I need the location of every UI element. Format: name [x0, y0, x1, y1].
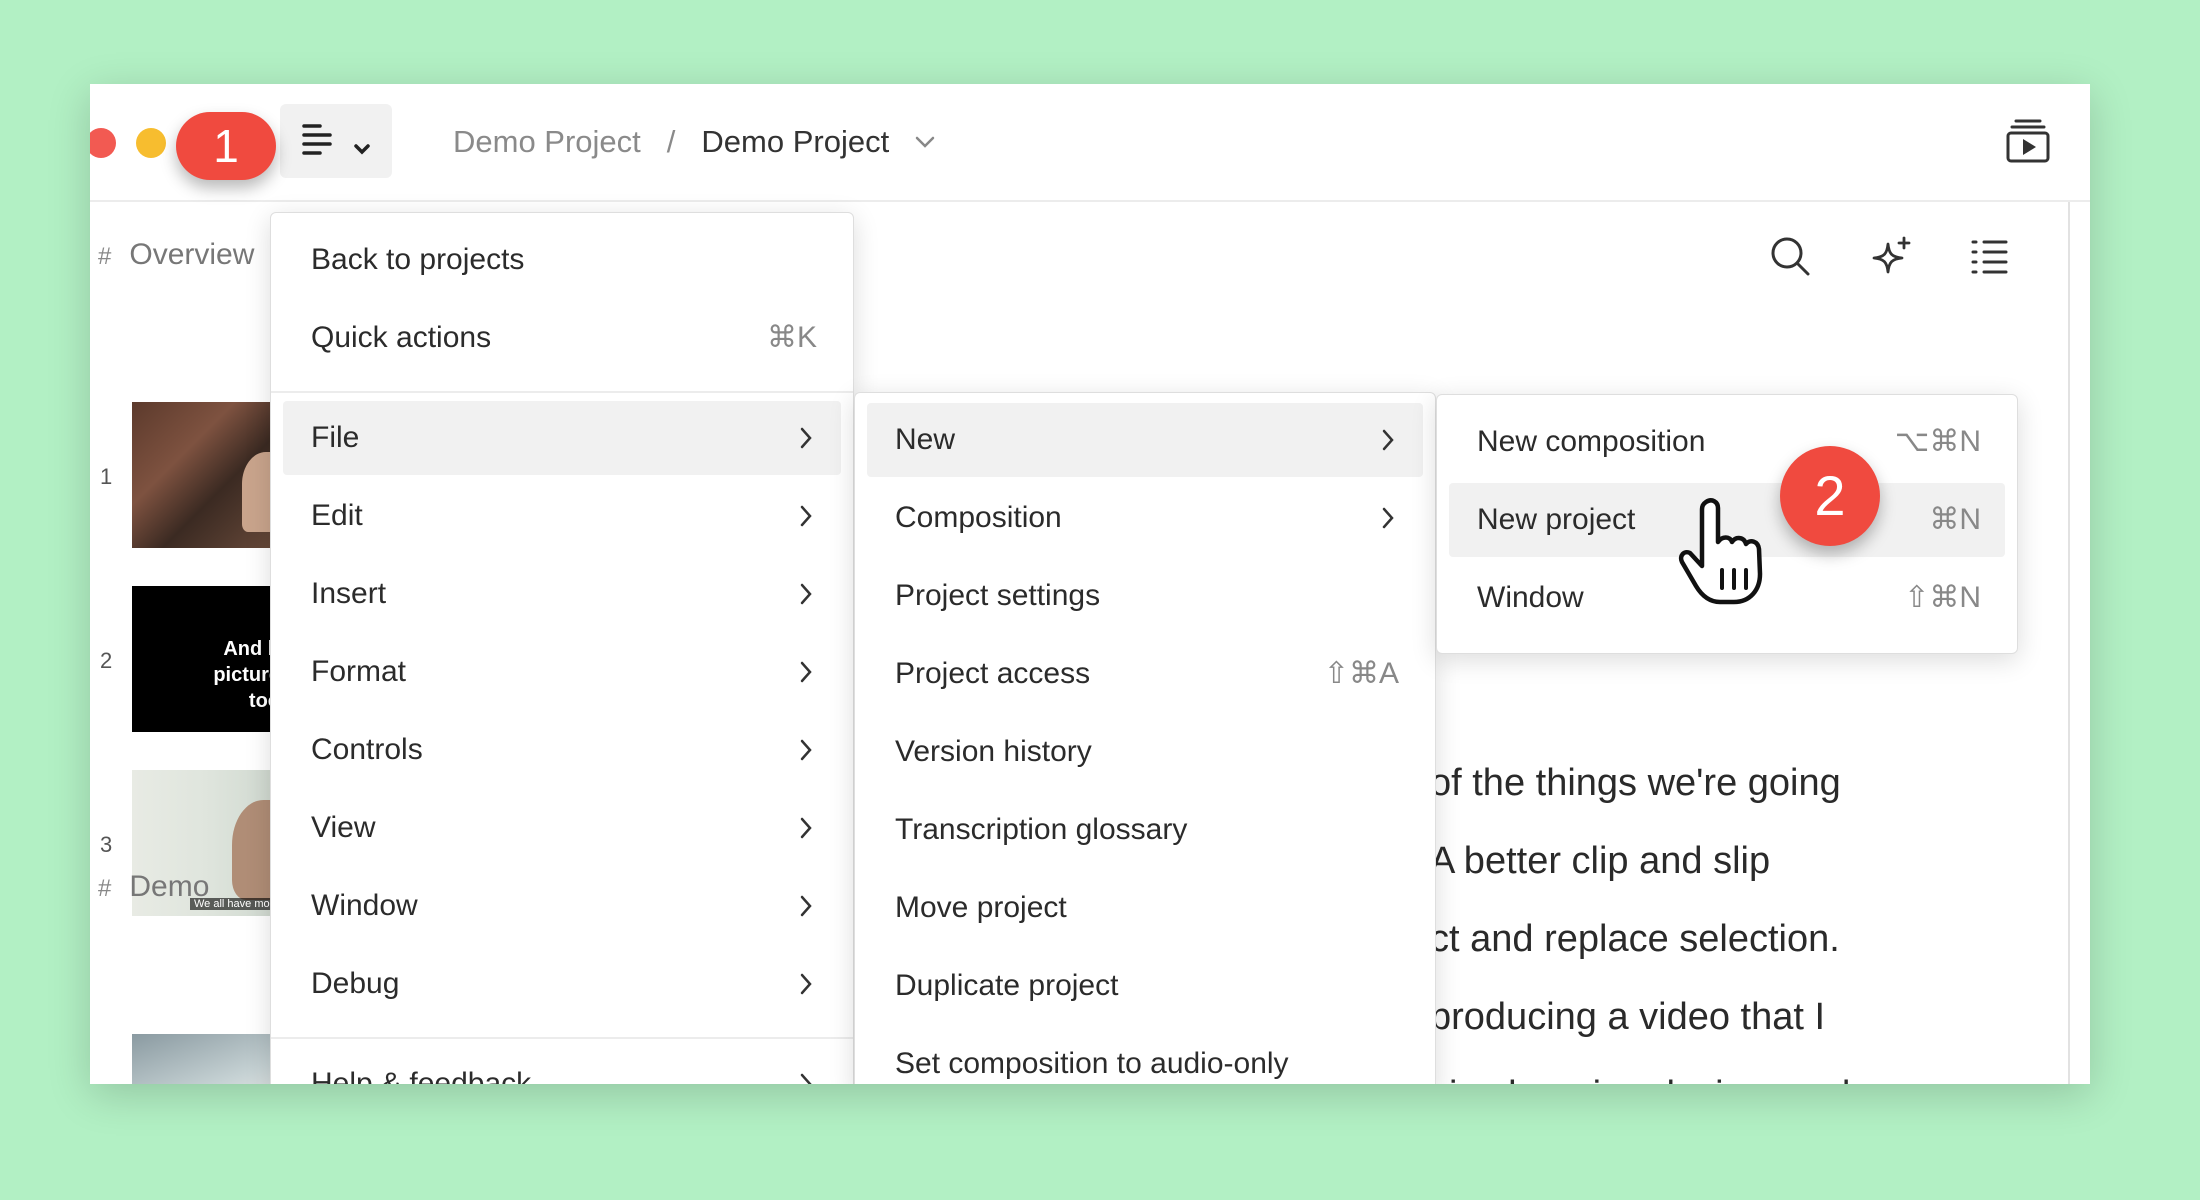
menu-item-project-access[interactable]: Project access ⇧⌘A	[867, 637, 1423, 711]
menu-item-transcription-glossary[interactable]: Transcription glossary	[867, 793, 1423, 867]
breadcrumb-parent[interactable]: Demo Project	[453, 124, 641, 160]
step-badge-2: 2	[1780, 446, 1880, 546]
close-window-button[interactable]	[90, 128, 116, 158]
scene-thumbnail[interactable]: And b picture too	[132, 586, 280, 732]
breadcrumb-current[interactable]: Demo Project	[701, 124, 889, 160]
main-menu: Back to projects Quick actions ⌘K File E…	[270, 212, 854, 1084]
transcript-line[interactable]: ct and replace selection.	[1430, 900, 1850, 978]
sparkle-icon[interactable]	[1868, 236, 1912, 280]
transcript-line[interactable]: sive learning design, and	[1430, 1056, 1850, 1084]
menu-lines-icon	[302, 124, 370, 155]
menu-item-format[interactable]: Format	[283, 635, 841, 709]
menu-item-composition[interactable]: Composition	[867, 481, 1423, 555]
scene-number: 1	[100, 464, 113, 489]
menu-item-duplicate-project[interactable]: Duplicate project	[867, 949, 1423, 1023]
list-icon[interactable]	[1970, 236, 2010, 276]
step-badge-1: 1	[176, 112, 276, 180]
minimize-window-button[interactable]	[136, 128, 166, 158]
search-icon[interactable]	[1770, 236, 1810, 276]
shortcut-label: ⇧⌘A	[1323, 657, 1399, 690]
scrollbar[interactable]	[2068, 202, 2070, 1084]
app-window: Demo Project / Demo Project # Overview 1 …	[90, 84, 2090, 1084]
shortcut-label: ⇧⌘N	[1904, 581, 1981, 614]
chevron-right-icon	[800, 1073, 812, 1084]
menu-item-project-settings[interactable]: Project settings	[867, 559, 1423, 633]
scene-number: 3	[100, 832, 113, 857]
menu-item-insert[interactable]: Insert	[283, 557, 841, 631]
shortcut-label: ⌥⌘N	[1894, 425, 1981, 458]
transcript-text: of the things we're going A better clip …	[1430, 744, 1850, 1084]
chevron-right-icon	[800, 583, 812, 605]
editor-toolbar	[1770, 236, 2010, 280]
menu-item-version-history[interactable]: Version history	[867, 715, 1423, 789]
menu-divider	[271, 391, 853, 393]
transcript-line[interactable]: producing a video that I	[1430, 978, 1850, 1056]
chevron-right-icon	[800, 661, 812, 683]
scene-number: 2	[100, 648, 113, 673]
shortcut-label: ⌘N	[1929, 503, 1981, 536]
section-overview[interactable]: # Overview	[98, 238, 254, 272]
hand-pointer-icon	[1678, 498, 1763, 605]
file-submenu: New Composition Project settings Project…	[854, 392, 1436, 1084]
menu-item-help-feedback[interactable]: Help & feedback	[283, 1047, 841, 1084]
breadcrumb-separator: /	[666, 124, 676, 159]
main-menu-button[interactable]	[280, 104, 392, 178]
scene-thumbnail[interactable]	[132, 1034, 280, 1084]
menu-item-file[interactable]: File	[283, 401, 841, 475]
menu-item-new[interactable]: New	[867, 403, 1423, 477]
chevron-right-icon	[1382, 507, 1394, 529]
chevron-right-icon	[800, 505, 812, 527]
chevron-right-icon	[800, 817, 812, 839]
menu-item-window[interactable]: Window	[283, 869, 841, 943]
menu-item-set-audio-only[interactable]: Set composition to audio-only	[867, 1027, 1423, 1084]
chevron-right-icon	[800, 895, 812, 917]
menu-item-new-composition[interactable]: New composition ⌥⌘N	[1449, 405, 2005, 479]
present-icon[interactable]	[2006, 118, 2050, 164]
transcript-line[interactable]: A better clip and slip	[1430, 822, 1850, 900]
shortcut-label: ⌘K	[766, 321, 817, 354]
menu-item-view[interactable]: View	[283, 791, 841, 865]
scene-thumbnail[interactable]	[132, 402, 280, 548]
menu-item-controls[interactable]: Controls	[283, 713, 841, 787]
menu-item-move-project[interactable]: Move project	[867, 871, 1423, 945]
transcript-line[interactable]: of the things we're going	[1430, 744, 1850, 822]
section-demo[interactable]: # Demo	[98, 870, 209, 904]
chevron-right-icon	[1382, 429, 1394, 451]
menu-divider	[271, 1037, 853, 1039]
menu-item-quick-actions[interactable]: Quick actions ⌘K	[283, 301, 841, 375]
menu-item-edit[interactable]: Edit	[283, 479, 841, 553]
menu-item-debug[interactable]: Debug	[283, 947, 841, 1021]
scene-sidebar: # Overview 1 2 And b picture too 3 We all…	[90, 202, 280, 1084]
chevron-right-icon	[800, 973, 812, 995]
chevron-right-icon	[800, 427, 812, 449]
breadcrumb: Demo Project / Demo Project	[453, 120, 935, 164]
titlebar: Demo Project / Demo Project	[90, 84, 2090, 202]
chevron-right-icon	[800, 739, 812, 761]
menu-item-back-to-projects[interactable]: Back to projects	[283, 223, 841, 297]
chevron-down-icon[interactable]	[915, 136, 935, 148]
